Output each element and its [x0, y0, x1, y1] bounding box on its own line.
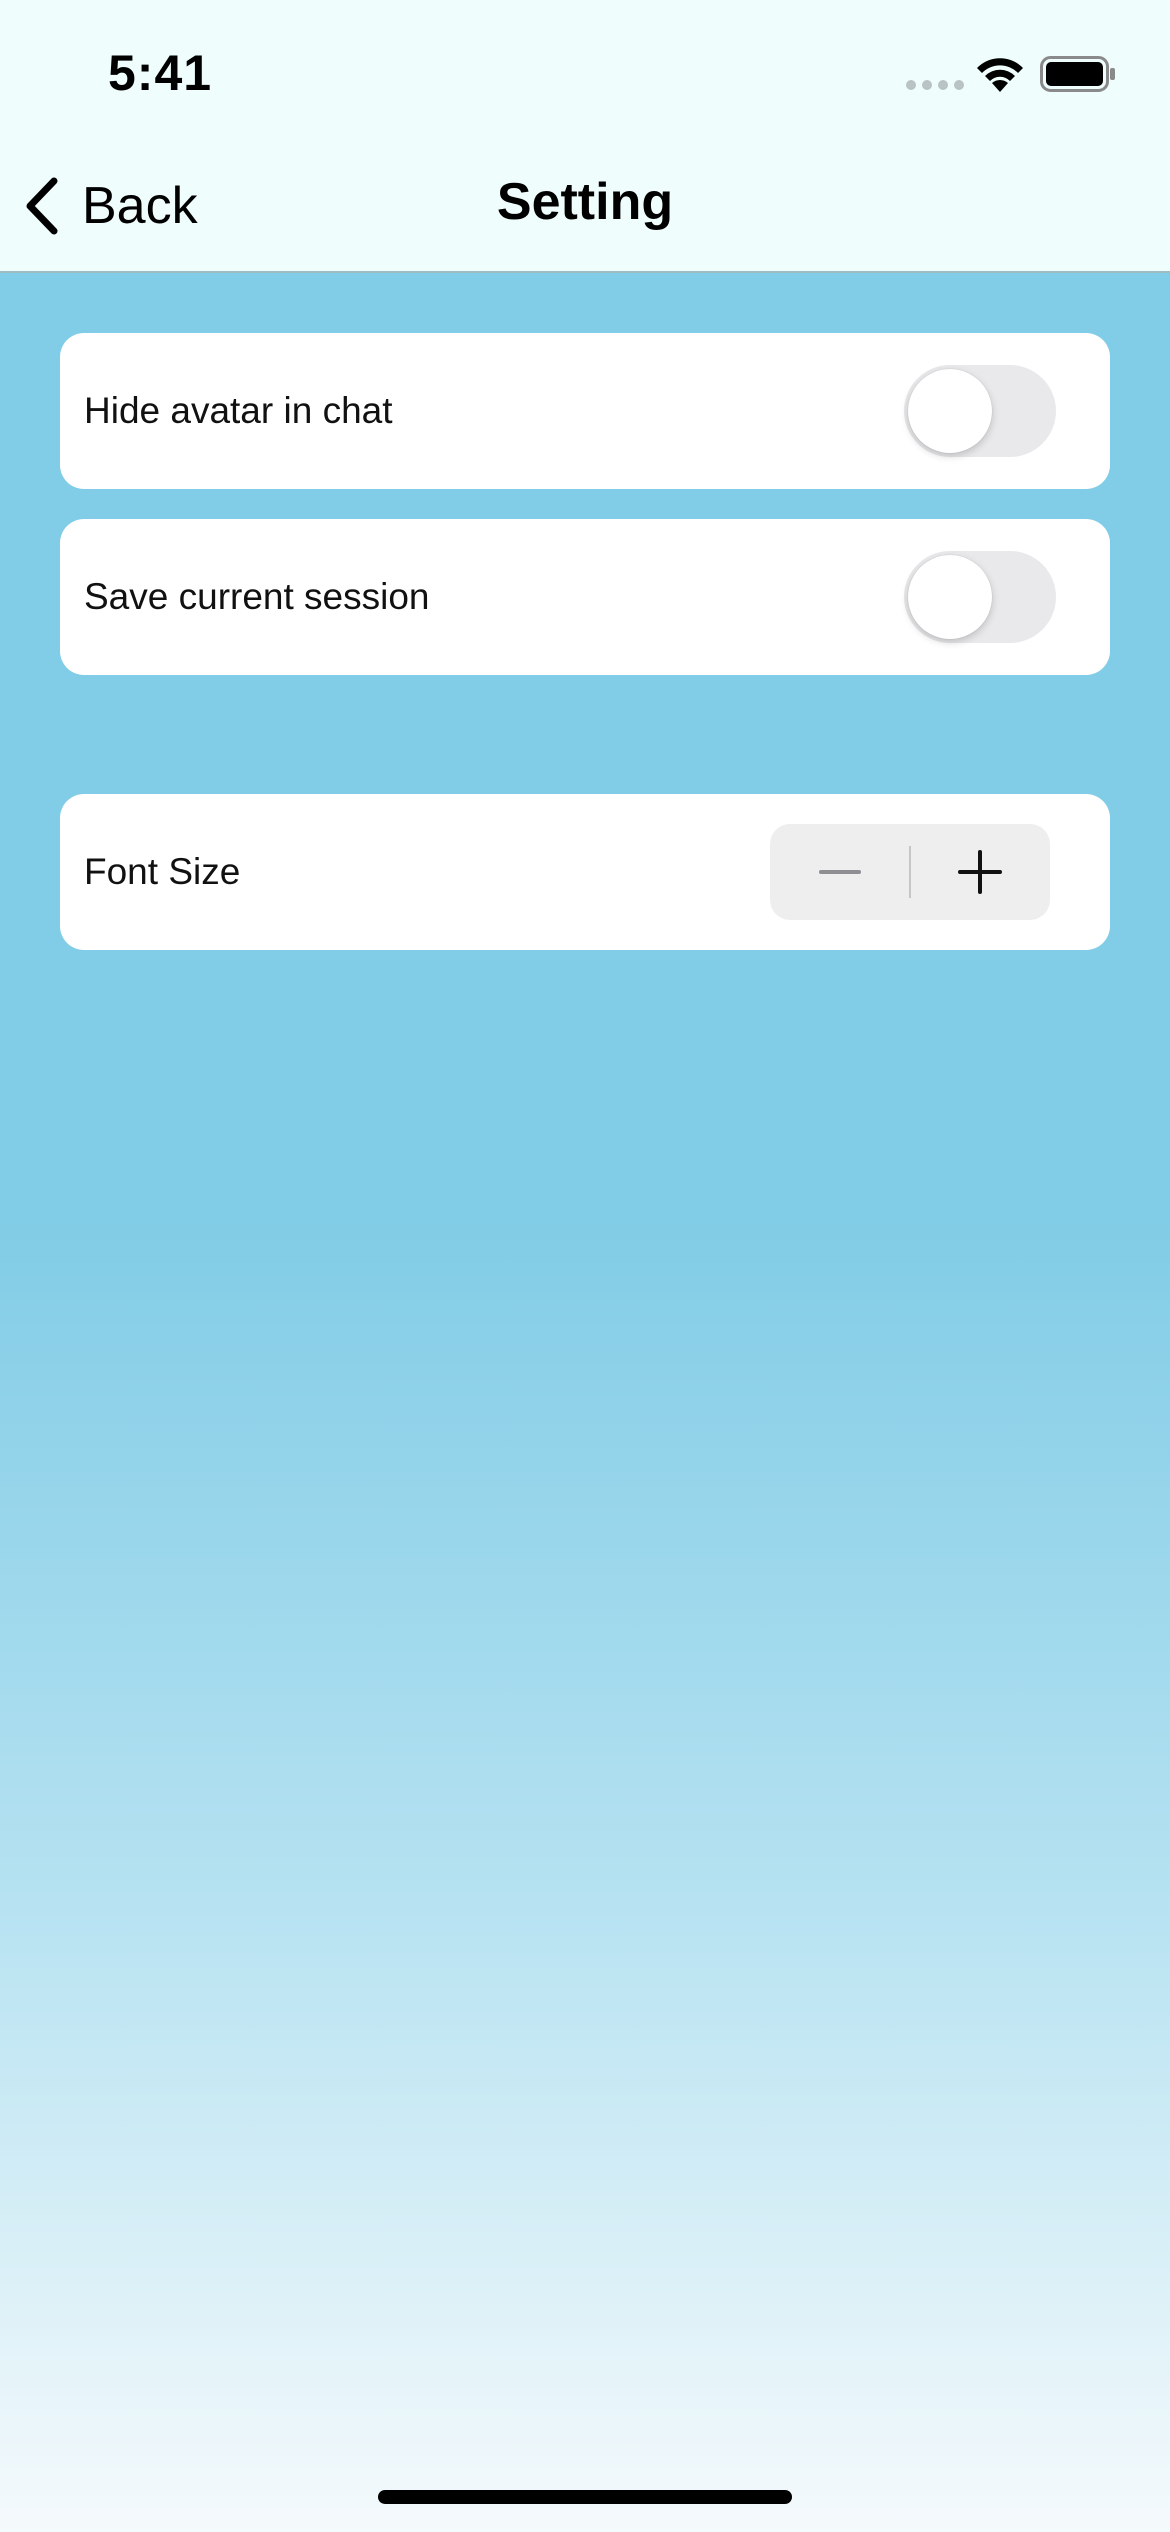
- battery-icon: [1040, 56, 1115, 92]
- setting-label-font-size: Font Size: [84, 851, 241, 892]
- toggle-knob: [908, 369, 992, 453]
- save-session-toggle[interactable]: [904, 551, 1056, 643]
- navigation-bar: 5:41 Back Setting: [0, 0, 1170, 273]
- increase-font-button[interactable]: [910, 824, 1050, 920]
- setting-row-save-session: Save current session: [60, 519, 1110, 675]
- wifi-icon: [977, 58, 1023, 92]
- page-title: Setting: [496, 173, 674, 231]
- home-indicator[interactable]: [378, 2490, 792, 2504]
- status-time: 5:41: [108, 45, 213, 101]
- plus-icon: [958, 850, 1002, 894]
- stepper-divider: [909, 846, 911, 898]
- setting-label-hide-avatar: Hide avatar in chat: [84, 390, 393, 431]
- setting-row-font-size: Font Size: [60, 794, 1110, 950]
- setting-label-save-session: Save current session: [84, 576, 430, 617]
- setting-row-hide-avatar: Hide avatar in chat: [60, 333, 1110, 489]
- minus-icon: [819, 870, 861, 874]
- decrease-font-button[interactable]: [770, 824, 910, 920]
- font-size-stepper: [770, 824, 1050, 920]
- cellular-signal-icon: [906, 80, 964, 90]
- hide-avatar-toggle[interactable]: [904, 365, 1056, 457]
- toggle-knob: [908, 555, 992, 639]
